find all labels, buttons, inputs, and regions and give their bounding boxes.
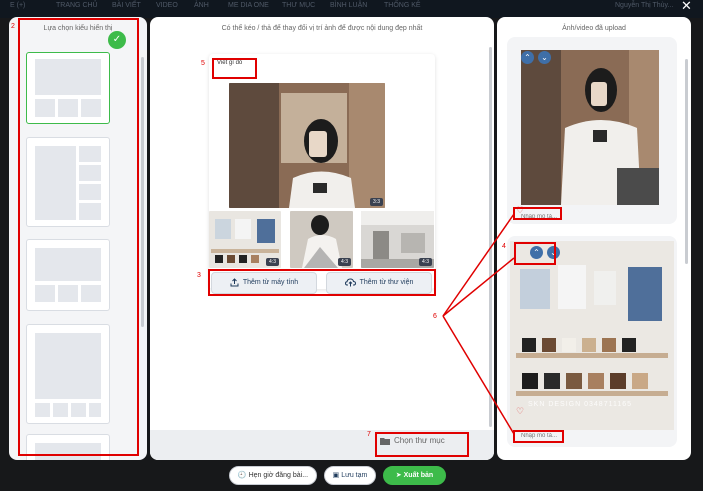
publish-label: Xuất bản	[403, 472, 434, 479]
aspect-ratio-badge: 3:3	[370, 198, 383, 206]
aspect-ratio-badge: 4:3	[266, 258, 279, 266]
aspect-ratio-badge: 4:3	[419, 258, 432, 266]
uploaded-photo[interactable]	[521, 50, 659, 205]
scrollbar[interactable]	[141, 57, 144, 327]
annotation-number: 4	[502, 243, 506, 250]
schedule-label: Hẹn giờ đăng bài...	[248, 472, 309, 479]
heart-icon[interactable]: ♡	[516, 406, 524, 417]
uploaded-media-item[interactable]: ⌃ ⌄ ♡	[507, 37, 677, 224]
uploaded-media-panel: Ảnh/video đã upload ⌃ ⌄ ♡ Nhập mô tả... …	[497, 17, 691, 460]
annotation-number: 5	[201, 60, 205, 67]
scrollbar[interactable]	[489, 47, 492, 427]
uploaded-media-item[interactable]: SKN DESIGN 0348711165 ⌃ ⌄ ♡	[507, 236, 677, 447]
annotation-number: 3	[197, 272, 201, 279]
annotation-box-description-1	[513, 207, 562, 220]
move-up-icon[interactable]: ⌃	[521, 51, 534, 64]
send-icon: ➤	[395, 472, 402, 479]
floppy-icon: ▣	[332, 472, 340, 479]
uploaded-panel-title: Ảnh/video đã upload	[562, 25, 626, 32]
main-photo[interactable]: 3:3	[229, 83, 385, 208]
thumbnail-photo[interactable]: 4:3	[290, 211, 353, 268]
schedule-post-button[interactable]: 🕘 Hẹn giờ đăng bài...	[229, 466, 317, 485]
close-icon[interactable]: ✕	[681, 0, 699, 14]
post-editor-panel: Có thể kéo / thả để thay đổi vị trí ảnh …	[150, 17, 494, 460]
move-down-icon[interactable]: ⌄	[538, 51, 551, 64]
annotation-box-description-2	[513, 430, 564, 443]
mirror-selfie-image	[229, 83, 385, 208]
annotation-number: 2	[11, 23, 15, 30]
annotation-number: 7	[367, 431, 371, 438]
annotation-box-upload	[208, 269, 436, 296]
post-preview: Viết gì đó 3:3 4:3 4:3 4:3	[209, 54, 435, 289]
publish-button[interactable]: ➤ Xuất bản	[383, 466, 446, 485]
annotation-box-layouts	[18, 18, 139, 456]
clock-icon: 🕘	[237, 472, 247, 479]
annotation-box-arrows	[514, 242, 556, 265]
thumbnail-photo[interactable]: 4:3	[209, 211, 281, 268]
save-label: Lưu tạm	[341, 472, 368, 479]
image-watermark: SKN DESIGN 0348711165	[528, 401, 633, 408]
aspect-ratio-badge: 4:3	[338, 258, 351, 266]
thumbnail-photo[interactable]: 4:3	[361, 211, 434, 268]
save-draft-button[interactable]: ▣ Lưu tạm	[324, 466, 376, 485]
annotation-number: 6	[433, 313, 437, 320]
annotation-box-folder	[375, 432, 469, 457]
uploaded-photo[interactable]: SKN DESIGN 0348711165	[510, 241, 674, 430]
mirror-selfie-image	[521, 50, 659, 205]
annotation-box-caption	[212, 58, 257, 79]
editor-panel-title: Có thể kéo / thả để thay đổi vị trí ảnh …	[221, 25, 423, 32]
scrollbar[interactable]	[685, 59, 688, 264]
